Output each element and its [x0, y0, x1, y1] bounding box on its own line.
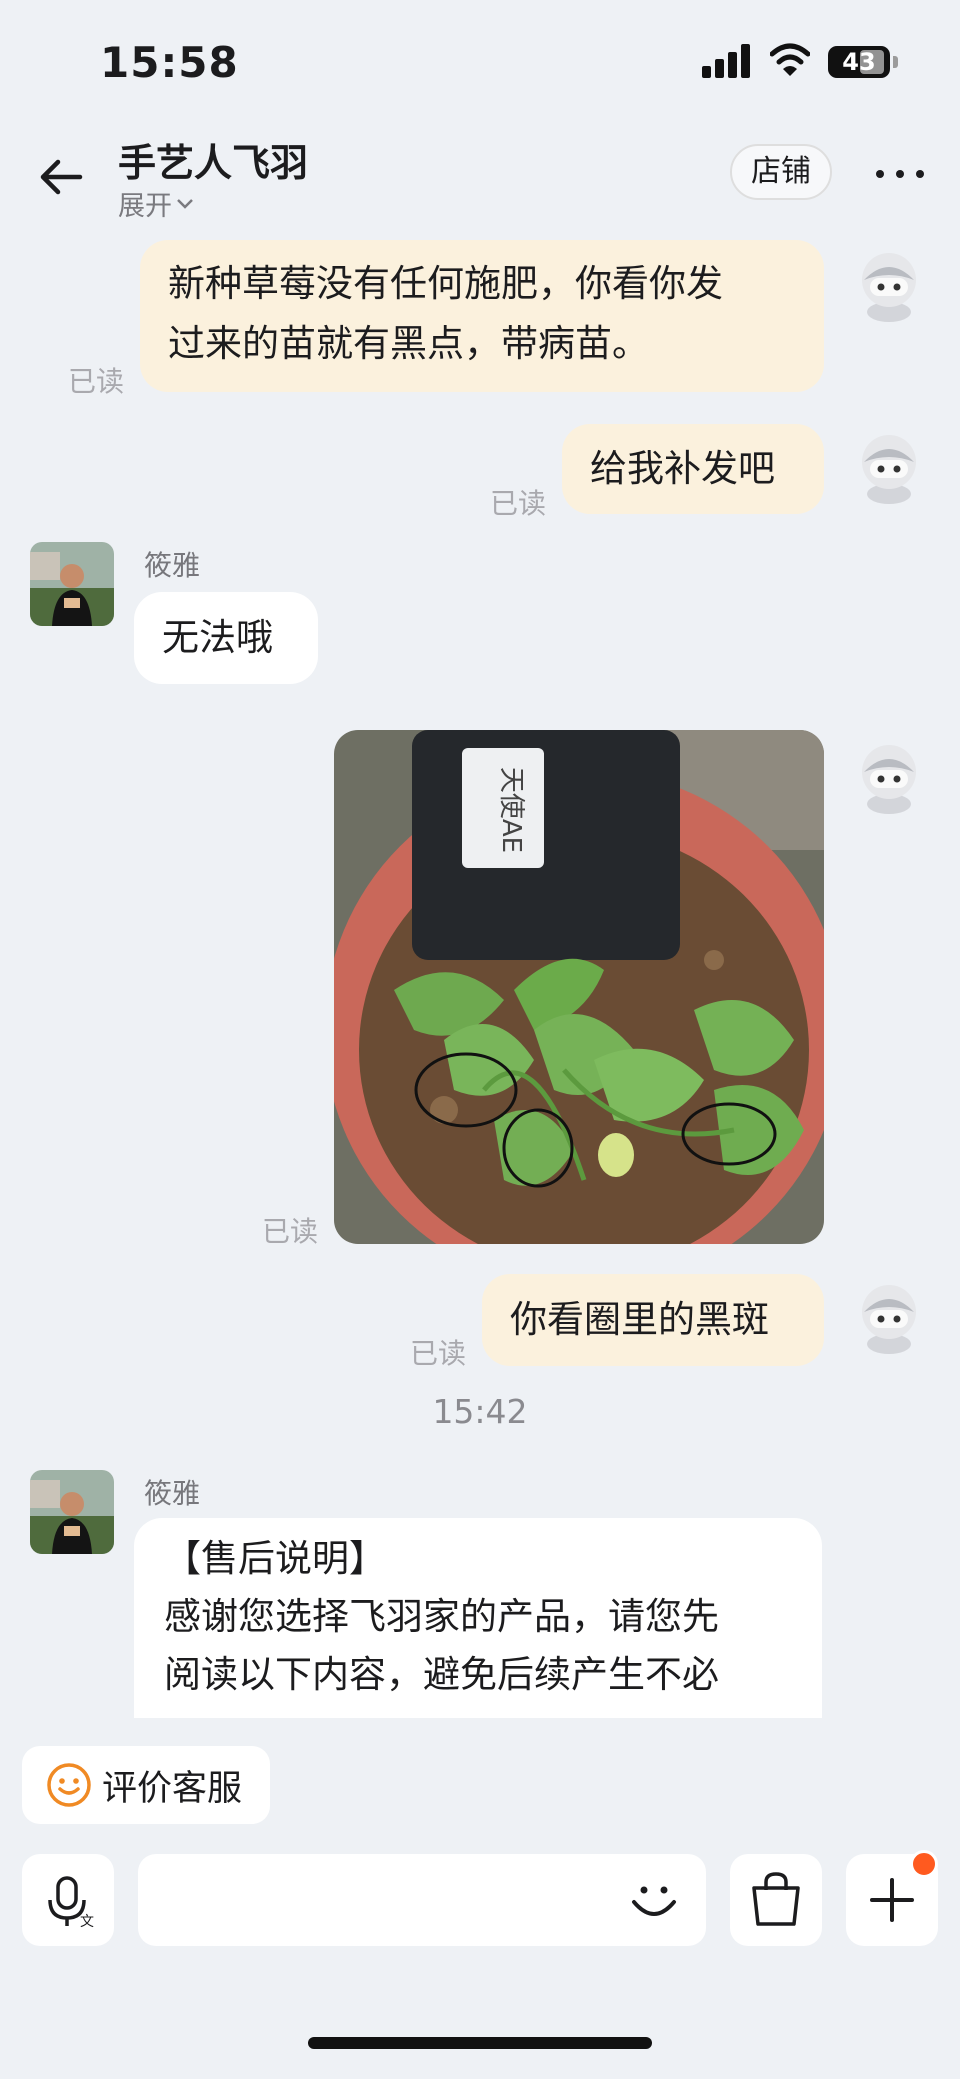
message-bubble-outgoing[interactable]: 给我补发吧 [562, 424, 824, 514]
svg-text:文: 文 [80, 1914, 94, 1930]
chevron-down-icon [177, 198, 193, 209]
message-text: 给我补发吧 [590, 447, 775, 490]
seller-avatar[interactable] [30, 1470, 114, 1554]
message-bubble-outgoing[interactable]: 你看圈里的黑斑 [482, 1274, 824, 1366]
plant-photo[interactable]: 天使AE [334, 730, 824, 1244]
notice-text: 感谢您选择飞羽家的产品，请您先 [164, 1595, 719, 1638]
message-text: 过来的苗就有黑点，带病苗。 [168, 322, 649, 365]
battery-level: 43 [842, 48, 876, 76]
emoji-icon[interactable] [620, 1866, 688, 1934]
voice-input-button[interactable]: 文 [22, 1854, 114, 1946]
seller-avatar[interactable] [30, 542, 114, 626]
message-text: 你看圈里的黑斑 [510, 1298, 769, 1341]
sender-name: 筱雅 [144, 1477, 201, 1510]
battery-icon: 43 [828, 46, 890, 78]
shop-title: 手艺人飞羽 [118, 141, 309, 185]
back-arrow-icon[interactable] [36, 152, 86, 202]
notice-title: 【售后说明】 [164, 1537, 386, 1580]
read-receipt: 已读 [490, 487, 547, 520]
more-options-icon[interactable] [876, 160, 930, 186]
status-time: 15:58 [100, 38, 239, 87]
shopping-bag-icon [752, 1872, 800, 1926]
battery-cap [893, 56, 898, 68]
time-divider: 15:42 [432, 1392, 528, 1431]
expand-label: 展开 [118, 191, 172, 222]
read-receipt: 已读 [68, 365, 125, 398]
home-indicator[interactable] [308, 2037, 652, 2049]
voice-input-icon: 文 [48, 1876, 94, 1930]
status-bar: 15:58 43 [0, 0, 960, 120]
message-text: 新种草莓没有任何施肥，你看你发 [168, 262, 723, 305]
message-bubble-incoming[interactable]: 无法哦 [134, 592, 318, 684]
sender-name: 筱雅 [144, 549, 201, 582]
chat-header: 手艺人飞羽 展开 店铺 [0, 120, 960, 230]
user-avatar-icon[interactable] [856, 1282, 922, 1354]
user-avatar-icon[interactable] [856, 742, 922, 814]
input-bar: 文 [0, 1846, 960, 1956]
store-button[interactable]: 店铺 [730, 144, 832, 200]
notice-text: 阅读以下内容，避免后续产生不必 [164, 1653, 719, 1696]
evaluate-label: 评价客服 [102, 1768, 243, 1809]
smiley-icon [47, 1763, 91, 1807]
shopping-bag-button[interactable] [730, 1854, 822, 1946]
wifi-icon [770, 43, 810, 76]
read-receipt: 已读 [410, 1337, 467, 1370]
user-avatar-icon[interactable] [856, 250, 922, 322]
evaluate-service-button[interactable]: 评价客服 [22, 1746, 270, 1824]
chat-screen: 15:58 43 手艺人飞羽 展开 店铺 新种草莓没有任何施肥，你看你发 过来的… [0, 0, 960, 2079]
notification-badge [910, 1850, 938, 1878]
cellular-signal-icon [702, 44, 750, 78]
user-avatar-icon[interactable] [856, 432, 922, 504]
after-sales-notice[interactable]: 【售后说明】 感谢您选择飞羽家的产品，请您先 阅读以下内容，避免后续产生不必 [134, 1518, 822, 1718]
message-bubble-outgoing[interactable]: 新种草莓没有任何施肥，你看你发 过来的苗就有黑点，带病苗。 [140, 240, 824, 392]
photo-label: 天使AE [496, 767, 526, 853]
expand-toggle[interactable]: 展开 [118, 184, 194, 223]
message-text: 无法哦 [162, 616, 273, 659]
read-receipt: 已读 [262, 1215, 319, 1248]
